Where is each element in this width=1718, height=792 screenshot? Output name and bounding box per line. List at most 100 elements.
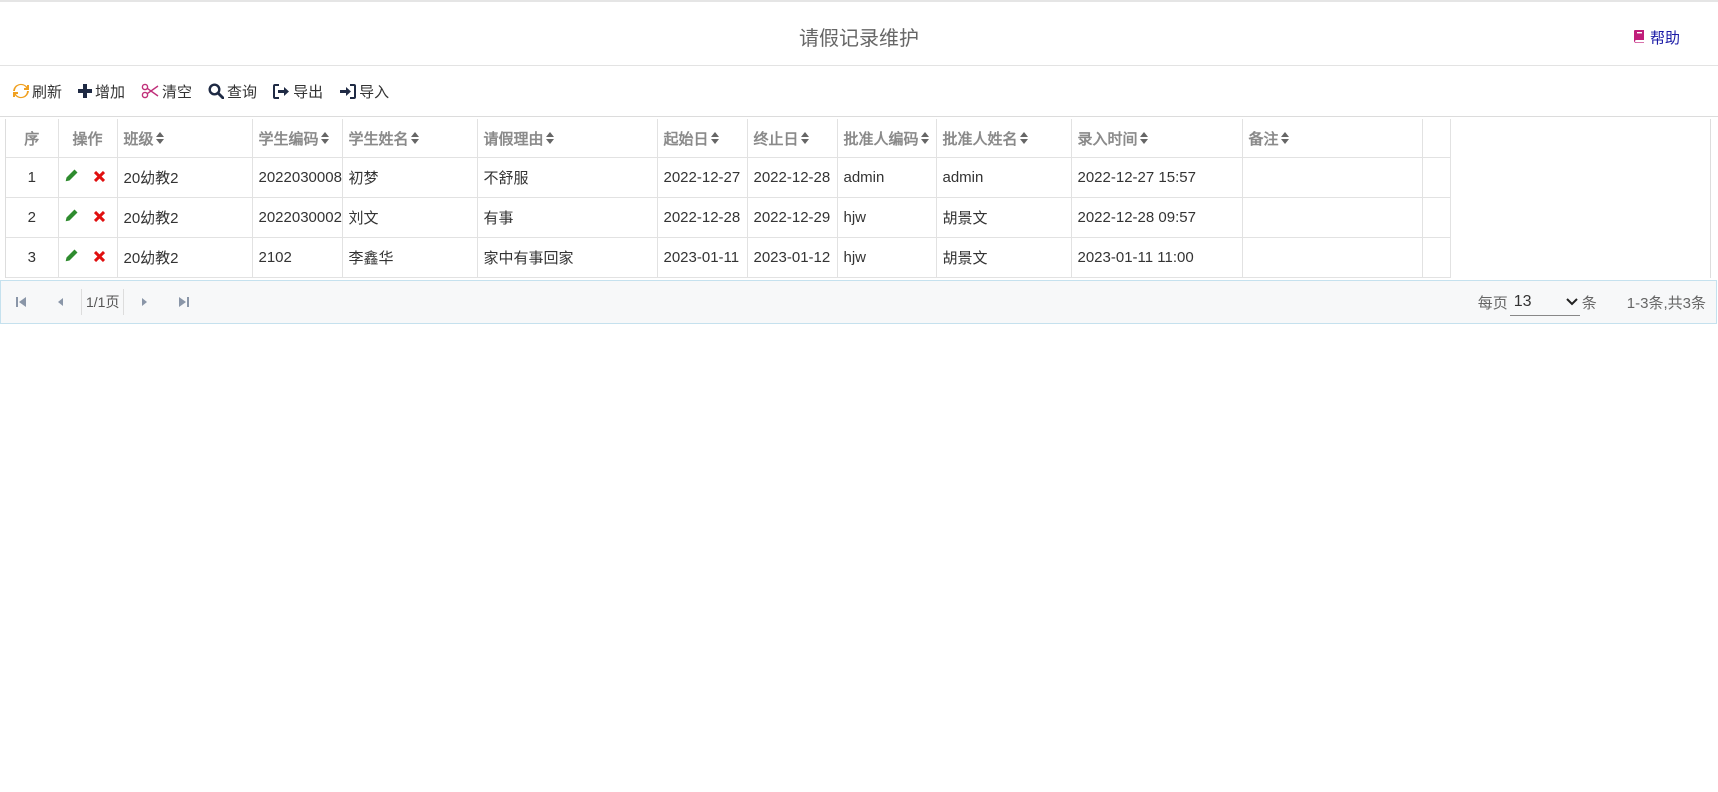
- cell-start-date: 2022-12-27: [657, 157, 748, 198]
- table-row[interactable]: 3 20幼教2 2102 李鑫华 家中有事回家 2023-01-11 2023-…: [6, 237, 1451, 278]
- sort-icon: [155, 131, 164, 148]
- sign-in-icon: [340, 83, 357, 99]
- cell-approver-name: 胡景文: [936, 237, 1072, 278]
- add-button[interactable]: 增加: [78, 81, 125, 102]
- col-header-student-name[interactable]: 学生姓名: [342, 119, 478, 158]
- export-label: 导出: [293, 83, 324, 101]
- cell-filler: [1422, 197, 1451, 238]
- col-header-actions: 操作: [58, 119, 118, 158]
- sort-icon: [545, 131, 554, 148]
- cell-remarks: [1242, 197, 1423, 238]
- clear-button[interactable]: 清空: [141, 81, 192, 102]
- last-page-button[interactable]: [164, 281, 204, 323]
- first-page-button[interactable]: [1, 281, 41, 323]
- col-header-approver-name[interactable]: 批准人姓名: [936, 119, 1072, 158]
- leave-record-table: 序 操作 班级 学生编码 学生姓名 请假理由 起始日 终止日 批准人编码 批准人…: [6, 119, 1451, 278]
- sort-icon: [320, 131, 329, 148]
- cell-class: 20幼教2: [117, 197, 253, 238]
- data-grid: 序 操作 班级 学生编码 学生姓名 请假理由 起始日 终止日 批准人编码 批准人…: [5, 119, 1711, 278]
- cell-remarks: [1242, 237, 1423, 278]
- refresh-icon: [13, 83, 29, 99]
- cell-student-code: 2102: [252, 237, 343, 278]
- col-header-student-code[interactable]: 学生编码: [252, 119, 343, 158]
- cell-index: 1: [6, 157, 59, 198]
- add-label: 增加: [95, 83, 126, 101]
- col-header-index: 序: [6, 119, 59, 158]
- export-button[interactable]: 导出: [273, 81, 323, 102]
- cell-index: 3: [6, 237, 59, 278]
- sort-icon: [410, 131, 419, 148]
- next-page-icon: [142, 298, 148, 306]
- cell-approver-code: hjw: [837, 197, 937, 238]
- record-summary: 1-3条,共3条: [1626, 294, 1706, 312]
- page-info: 1/1页: [86, 294, 120, 310]
- table-header-row: 序 操作 班级 学生编码 学生姓名 请假理由 起始日 终止日 批准人编码 批准人…: [6, 119, 1451, 158]
- cell-start-date: 2022-12-28: [657, 197, 748, 238]
- query-button[interactable]: 查询: [208, 81, 257, 102]
- col-header-remarks[interactable]: 备注: [1242, 119, 1423, 158]
- chevron-down-icon: [1566, 297, 1578, 305]
- cell-approver-code: admin: [837, 157, 937, 198]
- cell-actions: [58, 157, 118, 198]
- cell-actions: [58, 197, 118, 238]
- cell-student-code: 2022030008: [252, 157, 343, 198]
- refresh-button[interactable]: 刷新: [13, 81, 62, 102]
- last-page-icon: [179, 297, 190, 307]
- page-header: 请假记录维护 帮助: [0, 2, 1718, 66]
- page-size-select[interactable]: 13: [1509, 288, 1580, 316]
- search-icon: [208, 83, 225, 99]
- cell-index: 2: [6, 197, 59, 238]
- delete-x-icon[interactable]: [93, 209, 105, 226]
- cell-approver-name: 胡景文: [936, 197, 1072, 238]
- page-size-value: 13: [1513, 292, 1532, 310]
- edit-pencil-icon[interactable]: [65, 209, 78, 226]
- sort-icon: [800, 131, 809, 148]
- cell-actions: [58, 237, 118, 278]
- edit-pencil-icon[interactable]: [65, 169, 78, 186]
- cell-entry-time: 2022-12-28 09:57: [1071, 197, 1243, 238]
- col-header-entry-time[interactable]: 录入时间: [1071, 119, 1243, 158]
- import-button[interactable]: 导入: [339, 81, 389, 102]
- table-row[interactable]: 2 20幼教2 2022030002 刘文 有事 2022-12-28 2022…: [6, 197, 1451, 238]
- plus-icon: [78, 84, 93, 98]
- book-icon: [1633, 29, 1646, 47]
- cell-student-name: 李鑫华: [342, 237, 478, 278]
- per-page-label: 每页: [1477, 294, 1508, 312]
- cell-end-date: 2022-12-28: [747, 157, 838, 198]
- sort-icon: [1139, 131, 1148, 148]
- cell-end-date: 2023-01-12: [747, 237, 838, 278]
- cell-start-date: 2023-01-11: [657, 237, 748, 278]
- cell-approver-name: admin: [936, 157, 1072, 198]
- col-header-end-date[interactable]: 终止日: [747, 119, 838, 158]
- cell-end-date: 2022-12-29: [747, 197, 838, 238]
- next-page-button[interactable]: [124, 281, 164, 323]
- prev-page-icon: [58, 298, 63, 306]
- cell-filler: [1422, 237, 1451, 278]
- toolbar: 刷新 增加 清空 查询 导出 导入: [0, 66, 1718, 117]
- edit-pencil-icon[interactable]: [65, 249, 78, 266]
- cell-reason: 不舒服: [477, 157, 658, 198]
- delete-x-icon[interactable]: [93, 169, 105, 186]
- cell-remarks: [1242, 157, 1423, 198]
- query-label: 查询: [227, 83, 258, 101]
- sort-icon: [1019, 131, 1028, 148]
- delete-x-icon[interactable]: [93, 249, 105, 266]
- prev-page-button[interactable]: [41, 281, 81, 323]
- first-page-icon: [16, 297, 26, 307]
- help-button[interactable]: 帮助: [1633, 27, 1680, 48]
- pagination-bar: 1/1页 每页 13 条 1-3条,共3条: [0, 280, 1717, 324]
- col-header-approver-code[interactable]: 批准人编码: [837, 119, 937, 158]
- cell-reason: 有事: [477, 197, 658, 238]
- cell-class: 20幼教2: [117, 237, 253, 278]
- cell-student-name: 刘文: [342, 197, 478, 238]
- table-row[interactable]: 1 20幼教2 2022030008 初梦 不舒服 2022-12-27 202…: [6, 157, 1451, 198]
- col-header-filler: [1422, 119, 1451, 158]
- sort-icon: [710, 131, 719, 148]
- cell-student-name: 初梦: [342, 157, 478, 198]
- import-label: 导入: [359, 83, 390, 101]
- col-header-reason[interactable]: 请假理由: [477, 119, 658, 158]
- col-header-class[interactable]: 班级: [117, 119, 253, 158]
- col-header-start-date[interactable]: 起始日: [657, 119, 748, 158]
- unit-label: 条: [1581, 294, 1597, 312]
- refresh-label: 刷新: [32, 83, 63, 101]
